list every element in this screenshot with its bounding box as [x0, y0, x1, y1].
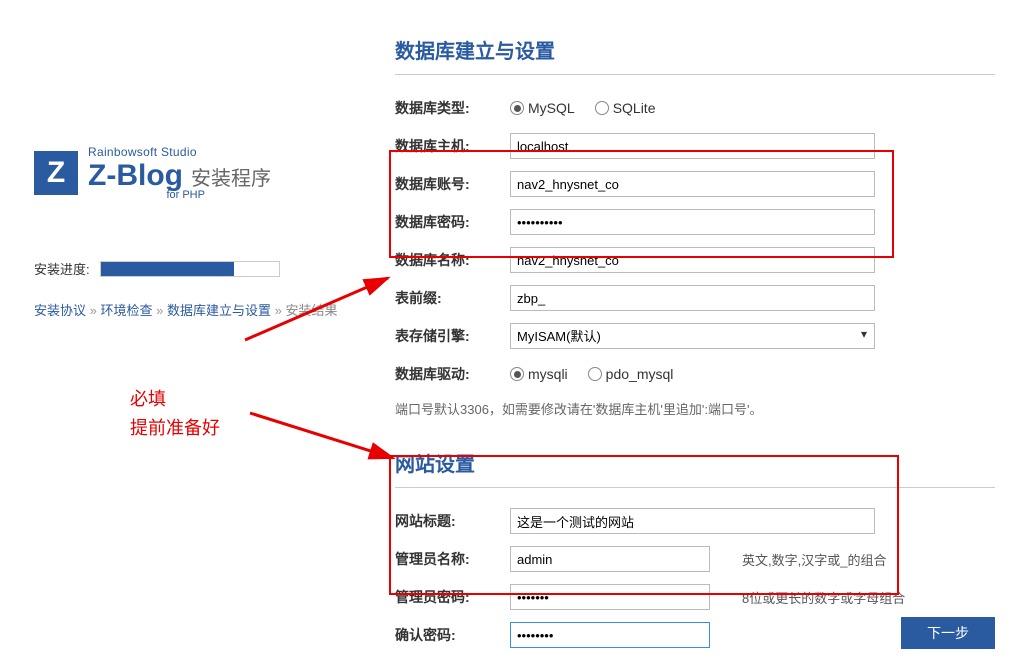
progress-bar — [100, 261, 280, 277]
db-name-label: 数据库名称: — [395, 250, 510, 270]
admin-pwd-label: 管理员密码: — [395, 587, 510, 607]
site-title-input[interactable] — [510, 508, 875, 534]
db-user-label: 数据库账号: — [395, 174, 510, 194]
main: 数据库建立与设置 数据库类型: MySQL SQLite 数据库主机: 数据库账… — [395, 35, 995, 660]
logo-mark: Z — [34, 151, 78, 195]
site-section-title: 网站设置 — [395, 448, 995, 488]
progress-fill — [101, 262, 235, 276]
db-name-input[interactable] — [510, 247, 875, 273]
radio-icon — [510, 367, 524, 381]
breadcrumb-step1[interactable]: 安装协议 — [34, 303, 86, 318]
logo-forphp: for PHP — [88, 189, 271, 201]
radio-icon — [595, 101, 609, 115]
db-driver-pdo[interactable]: pdo_mysql — [588, 366, 674, 382]
logo: Z Rainbowsoft Studio Z-Blog 安装程序 for PHP — [34, 145, 374, 201]
logo-suffix: 安装程序 — [191, 162, 271, 191]
progress: 安装进度: — [34, 259, 374, 278]
db-pwd-input[interactable] — [510, 209, 875, 235]
admin-name-hint: 英文,数字,汉字或_的组合 — [742, 550, 886, 569]
db-engine-label: 表存储引擎: — [395, 326, 510, 346]
logo-studio: Rainbowsoft Studio — [88, 145, 271, 159]
admin-pwd2-input[interactable] — [510, 622, 710, 648]
radio-icon — [588, 367, 602, 381]
arrow-icon — [245, 408, 405, 468]
annotation-line2: 提前准备好 — [130, 414, 220, 443]
annotation-text: 必填 提前准备好 — [130, 385, 220, 443]
admin-pwd-hint: 8位或更长的数字或字母组合 — [742, 588, 905, 607]
db-prefix-label: 表前缀: — [395, 288, 510, 308]
db-driver-mysqli[interactable]: mysqli — [510, 366, 568, 382]
db-engine-select[interactable]: MyISAM(默认) — [510, 323, 875, 349]
db-type-label: 数据库类型: — [395, 98, 510, 118]
db-prefix-input[interactable] — [510, 285, 875, 311]
admin-pwd-input[interactable] — [510, 584, 710, 610]
db-driver-label: 数据库驱动: — [395, 364, 510, 384]
db-port-note: 端口号默认3306，如需要修改请在'数据库主机'里追加':端口号'。 — [395, 399, 995, 418]
admin-name-input[interactable] — [510, 546, 710, 572]
breadcrumb-step3[interactable]: 数据库建立与设置 — [167, 303, 271, 318]
annotation-line1: 必填 — [130, 385, 220, 414]
progress-label: 安装进度: — [34, 259, 90, 278]
admin-name-label: 管理员名称: — [395, 549, 510, 569]
admin-pwd2-label: 确认密码: — [395, 625, 510, 645]
breadcrumb-step2[interactable]: 环境检查 — [101, 303, 153, 318]
db-user-input[interactable] — [510, 171, 875, 197]
radio-icon — [510, 101, 524, 115]
sidebar: Z Rainbowsoft Studio Z-Blog 安装程序 for PHP… — [34, 145, 374, 319]
breadcrumb: 安装协议 » 环境检查 » 数据库建立与设置 » 安装结果 — [34, 300, 374, 319]
logo-main: Z-Blog — [88, 159, 183, 193]
breadcrumb-step4: 安装结果 — [286, 303, 338, 318]
db-type-sqlite[interactable]: SQLite — [595, 100, 656, 116]
next-button[interactable]: 下一步 — [901, 617, 995, 649]
db-type-mysql[interactable]: MySQL — [510, 100, 575, 116]
db-host-label: 数据库主机: — [395, 136, 510, 156]
db-pwd-label: 数据库密码: — [395, 212, 510, 232]
db-host-input[interactable] — [510, 133, 875, 159]
site-title-label: 网站标题: — [395, 511, 510, 531]
db-section-title: 数据库建立与设置 — [395, 35, 995, 75]
